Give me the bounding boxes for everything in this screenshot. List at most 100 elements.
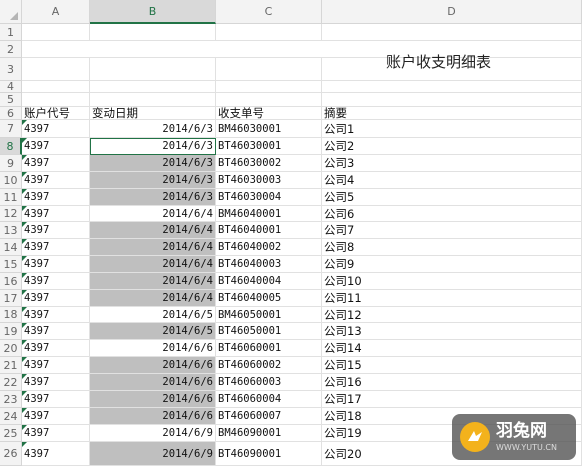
- row-header-4[interactable]: 4: [0, 80, 22, 93]
- date-cell[interactable]: 2014/6/3: [90, 120, 216, 138]
- row-header-12[interactable]: 12: [0, 206, 22, 222]
- doc-no-cell[interactable]: BT46060003: [216, 374, 322, 391]
- column-title-doc_no[interactable]: 收支单号: [216, 107, 322, 120]
- cell[interactable]: [90, 93, 216, 107]
- account-cell[interactable]: 4397: [22, 323, 90, 340]
- date-cell[interactable]: 2014/6/5: [90, 307, 216, 323]
- date-cell[interactable]: 2014/6/4: [90, 290, 216, 307]
- cell[interactable]: [22, 81, 90, 93]
- cell[interactable]: [216, 24, 322, 41]
- doc-no-cell[interactable]: BT46040003: [216, 256, 322, 273]
- doc-no-cell[interactable]: BT46040005: [216, 290, 322, 307]
- account-cell[interactable]: 4397: [22, 206, 90, 222]
- row-header-5[interactable]: 5: [0, 93, 22, 107]
- row-header-26[interactable]: 26: [0, 442, 22, 466]
- cell[interactable]: [216, 81, 322, 93]
- account-cell[interactable]: 4397: [22, 307, 90, 323]
- doc-no-cell[interactable]: BT46050001: [216, 323, 322, 340]
- summary-cell[interactable]: 公司1: [322, 120, 582, 138]
- row-header-22[interactable]: 22: [0, 374, 22, 391]
- date-cell[interactable]: 2014/6/3: [90, 155, 216, 172]
- row-header-6[interactable]: 6: [0, 107, 22, 120]
- doc-no-cell[interactable]: BT46060002: [216, 357, 322, 374]
- doc-no-cell[interactable]: BT46060004: [216, 391, 322, 408]
- summary-cell[interactable]: 公司11: [322, 290, 582, 307]
- date-cell[interactable]: 2014/6/3: [90, 138, 216, 155]
- account-cell[interactable]: 4397: [22, 425, 90, 442]
- row-header-7[interactable]: 7: [0, 120, 22, 138]
- summary-cell[interactable]: 公司14: [322, 340, 582, 357]
- row-header-16[interactable]: 16: [0, 273, 22, 290]
- date-cell[interactable]: 2014/6/6: [90, 408, 216, 425]
- account-cell[interactable]: 4397: [22, 357, 90, 374]
- summary-cell[interactable]: 公司3: [322, 155, 582, 172]
- cell[interactable]: [90, 41, 216, 58]
- row-header-2[interactable]: 2: [0, 41, 22, 58]
- select-all-corner[interactable]: [0, 0, 22, 24]
- date-cell[interactable]: 2014/6/4: [90, 256, 216, 273]
- date-cell[interactable]: 2014/6/4: [90, 239, 216, 256]
- cell[interactable]: [322, 93, 582, 107]
- row-header-24[interactable]: 24: [0, 408, 22, 425]
- account-cell[interactable]: 4397: [22, 239, 90, 256]
- date-cell[interactable]: 2014/6/6: [90, 391, 216, 408]
- row-header-19[interactable]: 19: [0, 323, 22, 340]
- summary-cell[interactable]: 公司12: [322, 307, 582, 323]
- date-cell[interactable]: 2014/6/9: [90, 425, 216, 442]
- date-cell[interactable]: 2014/6/3: [90, 172, 216, 189]
- summary-cell[interactable]: 公司17: [322, 391, 582, 408]
- row-header-13[interactable]: 13: [0, 222, 22, 239]
- column-header-b[interactable]: B: [90, 0, 216, 24]
- summary-cell[interactable]: 公司16: [322, 374, 582, 391]
- column-header-a[interactable]: A: [22, 0, 90, 24]
- account-cell[interactable]: 4397: [22, 222, 90, 239]
- doc-no-cell[interactable]: BT46060001: [216, 340, 322, 357]
- row-header-1[interactable]: 1: [0, 24, 22, 41]
- doc-no-cell[interactable]: BT46060007: [216, 408, 322, 425]
- cell[interactable]: [322, 24, 582, 41]
- cell[interactable]: [216, 93, 322, 107]
- account-cell[interactable]: 4397: [22, 340, 90, 357]
- summary-cell[interactable]: 公司5: [322, 189, 582, 206]
- cell[interactable]: [216, 58, 322, 81]
- doc-no-cell[interactable]: BT46030001: [216, 138, 322, 155]
- row-header-3[interactable]: 3: [0, 58, 22, 81]
- row-header-9[interactable]: 9: [0, 155, 22, 172]
- doc-no-cell[interactable]: BT46030002: [216, 155, 322, 172]
- summary-cell[interactable]: 公司8: [322, 239, 582, 256]
- row-header-20[interactable]: 20: [0, 340, 22, 357]
- account-cell[interactable]: 4397: [22, 189, 90, 206]
- row-header-21[interactable]: 21: [0, 357, 22, 374]
- date-cell[interactable]: 2014/6/6: [90, 374, 216, 391]
- account-cell[interactable]: 4397: [22, 442, 90, 466]
- doc-no-cell[interactable]: BT46090001: [216, 442, 322, 466]
- summary-cell[interactable]: 公司4: [322, 172, 582, 189]
- row-header-17[interactable]: 17: [0, 290, 22, 307]
- cell[interactable]: [22, 24, 90, 41]
- summary-cell[interactable]: 公司9: [322, 256, 582, 273]
- row-header-25[interactable]: 25: [0, 425, 22, 442]
- doc-no-cell[interactable]: BT46030004: [216, 189, 322, 206]
- account-cell[interactable]: 4397: [22, 391, 90, 408]
- column-header-d[interactable]: D: [322, 0, 582, 24]
- account-cell[interactable]: 4397: [22, 172, 90, 189]
- account-cell[interactable]: 4397: [22, 374, 90, 391]
- account-cell[interactable]: 4397: [22, 256, 90, 273]
- date-cell[interactable]: 2014/6/9: [90, 442, 216, 466]
- row-header-10[interactable]: 10: [0, 172, 22, 189]
- column-title-summary[interactable]: 摘要: [322, 107, 582, 120]
- doc-no-cell[interactable]: BM46030001: [216, 120, 322, 138]
- doc-no-cell[interactable]: BM46050001: [216, 307, 322, 323]
- summary-cell[interactable]: 公司10: [322, 273, 582, 290]
- row-header-14[interactable]: 14: [0, 239, 22, 256]
- date-cell[interactable]: 2014/6/6: [90, 340, 216, 357]
- column-title-date[interactable]: 变动日期: [90, 107, 216, 120]
- column-title-account[interactable]: 账户代号: [22, 107, 90, 120]
- doc-no-cell[interactable]: BM46040001: [216, 206, 322, 222]
- row-header-23[interactable]: 23: [0, 391, 22, 408]
- date-cell[interactable]: 2014/6/5: [90, 323, 216, 340]
- row-header-8[interactable]: 8: [0, 138, 22, 155]
- date-cell[interactable]: 2014/6/6: [90, 357, 216, 374]
- account-cell[interactable]: 4397: [22, 408, 90, 425]
- cell[interactable]: [216, 41, 322, 58]
